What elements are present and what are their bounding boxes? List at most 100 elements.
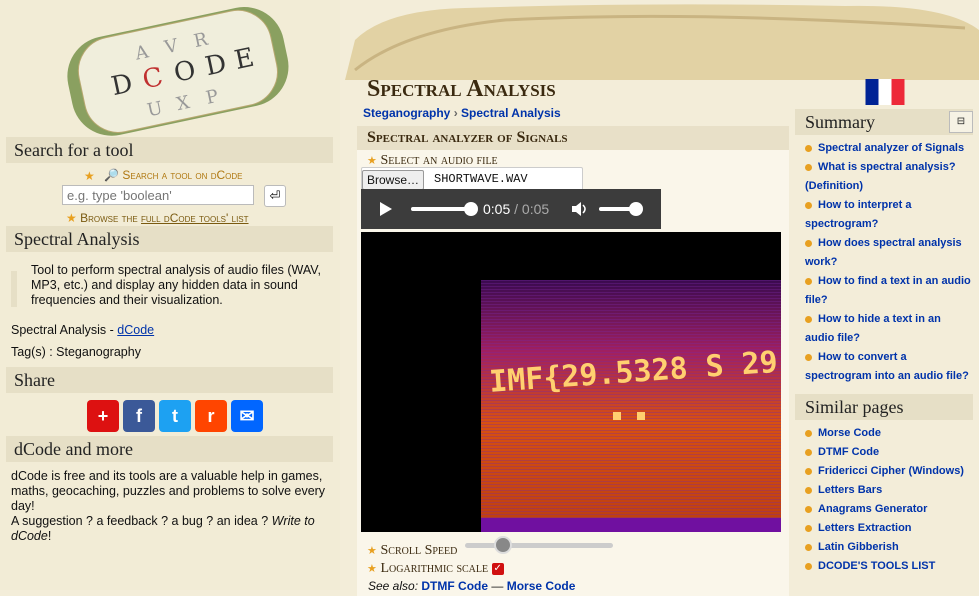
summary-item[interactable]: How does spectral analysis work? <box>795 234 973 272</box>
volume-icon[interactable] <box>571 201 589 217</box>
breadcrumb-separator: › <box>453 106 462 120</box>
breadcrumb-spectral-analysis[interactable]: Spectral Analysis <box>461 106 561 120</box>
file-name: SHORTWAVE.WAV <box>434 172 528 186</box>
tool-name-text: Spectral Analysis - <box>11 323 118 337</box>
summary-item[interactable]: How to interpret a spectrogram? <box>795 196 973 234</box>
similar-item-link[interactable]: DTMF Code <box>818 446 879 458</box>
summary-item-link[interactable]: How to hide a text in an audio file? <box>805 313 941 344</box>
summary-header: Summary ⊟ <box>795 109 973 135</box>
dcode-text: dCode is free and its tools are a valuab… <box>11 469 337 544</box>
see-also-label: See also: <box>368 579 419 593</box>
dcode-free-text: dCode is free and its tools are a valuab… <box>11 469 326 513</box>
summary-item-link[interactable]: How to find a text in an audio file? <box>805 275 971 306</box>
bullet-icon <box>805 163 812 171</box>
play-icon[interactable] <box>379 201 393 217</box>
search-row: ⏎ <box>62 185 286 207</box>
dcode-link[interactable]: dCode <box>117 323 154 337</box>
audio-progress-thumb[interactable] <box>464 202 478 216</box>
bullet-icon <box>805 448 812 456</box>
browse-prefix: Browse the <box>80 211 142 225</box>
similar-item[interactable]: DCODE'S TOOLS LIST <box>795 557 973 576</box>
similar-item[interactable]: DTMF Code <box>795 443 973 462</box>
breadcrumb-steganography[interactable]: Steganography <box>363 106 450 120</box>
select-file-label: Select an audio file <box>380 153 498 168</box>
dcode-logo[interactable]: DC ODE AV R UX P <box>40 2 310 138</box>
summary-item-link[interactable]: What is spectral analysis? (Definition) <box>805 161 956 192</box>
scroll-speed-line: ★ Scroll Speed <box>367 542 457 559</box>
dcode-more-header: dCode and more <box>6 436 333 462</box>
scroll-speed-label: Scroll Speed <box>380 543 458 558</box>
summary-item[interactable]: How to find a text in an audio file? <box>795 272 973 310</box>
collapse-toggle-icon[interactable]: ⊟ <box>949 111 973 133</box>
facebook-icon[interactable]: f <box>123 400 155 432</box>
star-icon: ★ <box>367 155 377 167</box>
bullet-icon <box>805 486 812 494</box>
bullet-icon <box>805 277 812 285</box>
summary-item[interactable]: What is spectral analysis? (Definition) <box>795 158 973 196</box>
log-scale-checkbox[interactable]: ✓ <box>491 562 504 575</box>
search-tool-line: ★ 🔎 Search a tool on dCode <box>84 168 242 183</box>
similar-item-link[interactable]: DCODE'S TOOLS LIST <box>818 560 935 572</box>
search-submit-button[interactable]: ⏎ <box>264 185 286 207</box>
summary-item[interactable]: Spectral analyzer of Signals <box>795 139 973 158</box>
scroll-speed-thumb[interactable] <box>494 536 512 554</box>
browse-button[interactable]: Browse… <box>362 170 425 190</box>
scroll-speed-slider[interactable] <box>465 536 613 554</box>
similar-item[interactable]: Anagrams Generator <box>795 500 973 519</box>
see-also-line: See also: DTMF Code — Morse Code <box>368 579 575 593</box>
similar-item[interactable]: Morse Code <box>795 424 973 443</box>
similar-item-link[interactable]: Letters Bars <box>818 484 882 496</box>
see-also-morse-link[interactable]: Morse Code <box>507 579 576 593</box>
search-tool-link[interactable]: 🔎 Search a tool on dCode <box>104 168 242 182</box>
bullet-icon <box>805 315 812 323</box>
similar-list: Morse Code DTMF Code Fridericci Cipher (Wi… <box>795 420 973 576</box>
search-tool-header: Search for a tool <box>6 137 333 163</box>
similar-item-link[interactable]: Fridericci Cipher (Windows) <box>818 465 964 477</box>
star-icon: ★ <box>84 168 95 183</box>
star-icon: ★ <box>367 563 377 575</box>
share-plus-button[interactable]: + <box>87 400 119 432</box>
twitter-icon[interactable]: t <box>159 400 191 432</box>
spectrogram-canvas: IMF{29.5328 S 29.0086E} <box>361 232 781 532</box>
summary-item-link[interactable]: Spectral analyzer of Signals <box>818 142 964 154</box>
summary-item[interactable]: How to hide a text in an audio file? <box>795 310 973 348</box>
browse-tools-link[interactable]: full dCode tools' list <box>141 211 249 225</box>
tool-header: Spectral Analysis <box>6 226 333 252</box>
french-flag-icon[interactable] <box>865 79 905 105</box>
see-also-separator: — <box>491 579 504 593</box>
volume-track[interactable] <box>599 202 643 216</box>
audio-time: 0:05 / 0:05 <box>483 201 549 217</box>
page-title: Spectral Analysis <box>367 76 556 102</box>
audio-progress-fill <box>411 207 471 211</box>
right-sidebar: Summary ⊟ Spectral analyzer of Signals Wh… <box>795 109 973 576</box>
analyzer-header: Spectral analyzer of Signals <box>357 126 789 150</box>
bullet-icon <box>805 429 812 437</box>
similar-item-link[interactable]: Morse Code <box>818 427 881 439</box>
bullet-icon <box>805 524 812 532</box>
similar-item[interactable]: Fridericci Cipher (Windows) <box>795 462 973 481</box>
similar-item-link[interactable]: Anagrams Generator <box>818 503 927 515</box>
bullet-icon <box>805 467 812 475</box>
search-input[interactable] <box>62 185 254 205</box>
summary-item[interactable]: How to convert a spectrogram into an aud… <box>795 348 973 386</box>
similar-item-link[interactable]: Letters Extraction <box>818 522 912 534</box>
summary-item-link[interactable]: How to interpret a spectrogram? <box>805 199 912 230</box>
email-icon[interactable]: ✉ <box>231 400 263 432</box>
similar-item[interactable]: Letters Bars <box>795 481 973 500</box>
summary-title: Summary <box>805 112 875 132</box>
summary-item-link[interactable]: How does spectral analysis work? <box>805 237 962 268</box>
star-icon: ★ <box>66 211 77 225</box>
similar-item[interactable]: Latin Gibberish <box>795 538 973 557</box>
volume-thumb[interactable] <box>629 202 643 216</box>
summary-list: Spectral analyzer of Signals What is spec… <box>795 135 973 386</box>
suggestion-text: A suggestion ? a feedback ? a bug ? an i… <box>11 514 272 528</box>
similar-item-link[interactable]: Latin Gibberish <box>818 541 899 553</box>
bullet-icon <box>805 144 812 152</box>
log-scale-label: Logarithmic scale <box>380 561 489 576</box>
reddit-icon[interactable]: r <box>195 400 227 432</box>
see-also-dtmf-link[interactable]: DTMF Code <box>421 579 488 593</box>
similar-item[interactable]: Letters Extraction <box>795 519 973 538</box>
summary-item-link[interactable]: How to convert a spectrogram into an aud… <box>805 351 969 382</box>
audio-progress-track[interactable] <box>411 202 478 216</box>
tool-description: Tool to perform spectral analysis of aud… <box>31 263 321 307</box>
